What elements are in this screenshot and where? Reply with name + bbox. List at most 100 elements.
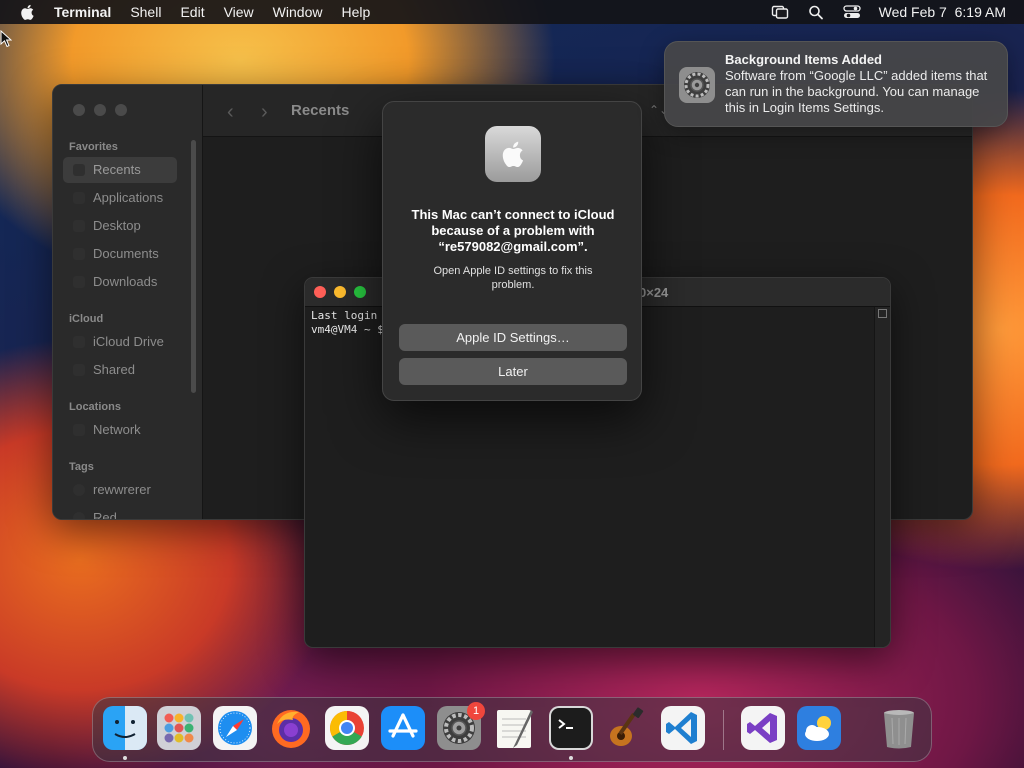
dock-safari[interactable] (213, 706, 257, 750)
sidebar-item-tag-red[interactable]: Red (63, 505, 177, 520)
safari-compass-icon (213, 706, 257, 750)
dock-vscode[interactable] (661, 706, 705, 750)
sidebar-item-applications[interactable]: Applications (63, 185, 177, 211)
terminal-line-login: Last login (311, 309, 378, 322)
sidebar-section-tags: Tags (69, 461, 94, 473)
terminal-close-button[interactable] (314, 286, 326, 298)
notification-title: Background Items Added (725, 52, 882, 67)
finder-icon (103, 706, 147, 750)
sidebar-section-icloud: iCloud (69, 313, 104, 325)
launchpad-grid-icon (157, 706, 201, 750)
dialog-message: This Mac can’t connect to iCloud because… (411, 207, 615, 254)
firefox-icon (272, 710, 310, 748)
sidebar-section-favorites: Favorites (69, 141, 118, 153)
menu-clock[interactable]: Wed Feb 7 6:19 AM (879, 4, 1006, 20)
sidebar-item-label: Shared (93, 362, 135, 377)
sidebar-item-icloud-drive[interactable]: iCloud Drive (63, 329, 177, 355)
dock-visual-studio[interactable] (741, 706, 785, 750)
chrome-icon (325, 706, 369, 750)
finder-minimize-button[interactable] (94, 104, 106, 116)
dock-chrome[interactable] (325, 706, 369, 750)
dock: 1 (92, 697, 932, 762)
tag-dot-icon (73, 512, 85, 519)
app-store-icon (381, 706, 425, 750)
dock-app-store[interactable] (381, 706, 425, 750)
download-icon (73, 276, 85, 288)
terminal-scrollbar[interactable] (874, 307, 890, 647)
sidebar-item-label: Applications (93, 190, 164, 205)
sidebar-item-label: rewwrerer (93, 482, 151, 497)
apple-menu-icon[interactable] (18, 2, 38, 22)
running-indicator (123, 756, 127, 760)
back-chevron-icon[interactable]: ‹ (227, 101, 234, 124)
dock-finder[interactable] (103, 706, 147, 750)
menu-app-terminal[interactable]: Terminal (54, 4, 111, 20)
clock-icon (73, 164, 85, 176)
menu-view[interactable]: View (224, 4, 254, 20)
menu-window[interactable]: Window (273, 4, 323, 20)
icloud-alert-dialog: This Mac can’t connect to iCloud because… (382, 101, 642, 401)
sidebar-item-label: Network (93, 422, 141, 437)
sidebar-item-tag-rewwrerer[interactable]: rewwrerer (63, 477, 177, 503)
cloud-icon (73, 336, 85, 348)
dock-textedit[interactable] (493, 706, 537, 750)
finder-zoom-button[interactable] (115, 104, 127, 116)
menu-extras: Wed Feb 7 6:19 AM (771, 0, 1006, 24)
scroll-marker-icon (878, 309, 887, 318)
terminal-zoom-button[interactable] (354, 286, 366, 298)
dock-weather[interactable] (797, 706, 841, 750)
terminal-minimize-button[interactable] (334, 286, 346, 298)
dock-firefox[interactable] (269, 706, 313, 750)
sidebar-scrollbar[interactable] (191, 140, 196, 393)
terminal-title: 0×24 (639, 285, 669, 300)
dock-garageband[interactable] (605, 706, 649, 750)
menu-shell[interactable]: Shell (130, 4, 161, 20)
dock-launchpad[interactable] (157, 706, 201, 750)
finder-sidebar: Favorites Recents Applications Desktop D… (53, 85, 203, 519)
textedit-icon (497, 710, 533, 748)
applications-icon (73, 192, 85, 204)
menu-edit[interactable]: Edit (180, 4, 204, 20)
terminal-output[interactable]: Last login vm4@VM4 ~ $ (311, 309, 384, 337)
sidebar-item-network[interactable]: Network (63, 417, 177, 443)
dock-separator (723, 710, 724, 750)
menu-help[interactable]: Help (341, 4, 370, 20)
finder-window-controls (73, 104, 127, 116)
sidebar-section-locations: Locations (69, 401, 121, 413)
sidebar-item-downloads[interactable]: Downloads (63, 269, 177, 295)
terminal-line-prompt: vm4@VM4 ~ $ (311, 323, 384, 336)
sidebar-item-shared[interactable]: Shared (63, 357, 177, 383)
forward-chevron-icon[interactable]: › (261, 101, 268, 124)
guitar-icon (610, 707, 644, 746)
sidebar-item-label: iCloud Drive (93, 334, 164, 349)
dock-terminal[interactable] (549, 706, 593, 750)
dock-trash[interactable] (877, 706, 921, 750)
mouse-cursor-icon (0, 30, 12, 48)
sidebar-item-label: Recents (93, 162, 141, 177)
visual-studio-icon (741, 706, 785, 750)
notification-body: Software from “Google LLC” added items t… (725, 68, 988, 115)
later-button[interactable]: Later (399, 358, 627, 385)
terminal-icon (549, 706, 593, 750)
notification-badge: 1 (467, 702, 485, 720)
sidebar-item-recents[interactable]: Recents (63, 157, 177, 183)
control-center-icon[interactable] (842, 4, 861, 20)
desktop-icon (73, 220, 85, 232)
network-globe-icon (73, 424, 85, 436)
apple-id-settings-button[interactable]: Apple ID Settings… (399, 324, 627, 351)
apple-logo-icon (485, 126, 541, 182)
weather-cloud-sun-icon (797, 706, 841, 750)
tag-dot-icon (73, 484, 85, 496)
sidebar-item-label: Desktop (93, 218, 141, 233)
sidebar-item-desktop[interactable]: Desktop (63, 213, 177, 239)
document-icon (73, 248, 85, 260)
sidebar-item-documents[interactable]: Documents (63, 241, 177, 267)
screen-mirroring-icon[interactable] (771, 4, 789, 20)
running-indicator (569, 756, 573, 760)
sidebar-item-label: Red (93, 510, 117, 520)
vscode-icon (661, 706, 705, 750)
search-icon[interactable] (807, 4, 825, 20)
terminal-window-controls (314, 286, 366, 298)
background-items-notification[interactable]: Background Items Added Software from “Go… (664, 41, 1008, 127)
finder-close-button[interactable] (73, 104, 85, 116)
